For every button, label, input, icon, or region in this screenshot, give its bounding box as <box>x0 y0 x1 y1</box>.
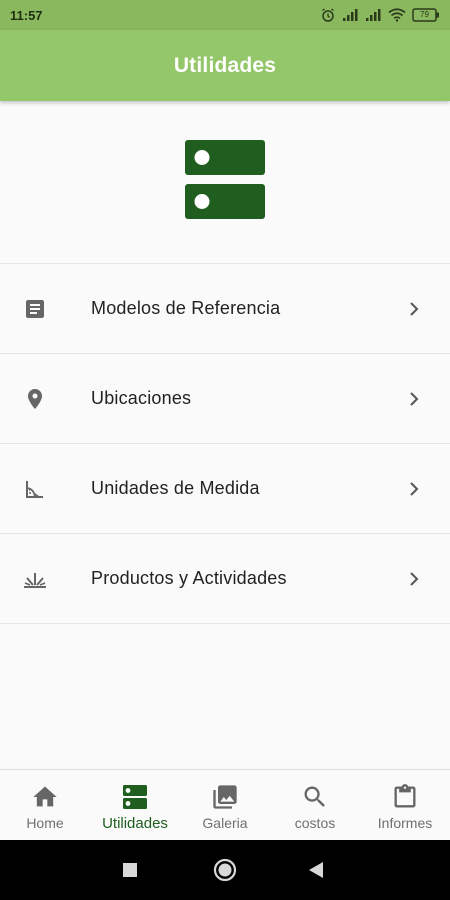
battery-level: 79 <box>420 10 429 19</box>
chevron-right-icon <box>406 389 422 409</box>
chevron-right-icon <box>406 569 422 589</box>
nav-item-label: Utilidades <box>102 815 168 832</box>
clipboard-icon <box>390 782 420 812</box>
status-bar: 11:57 79 <box>0 0 450 30</box>
back-triangle-icon[interactable] <box>308 861 324 879</box>
storage-icon <box>120 782 150 812</box>
location-pin-icon <box>22 386 48 412</box>
utilities-menu-list: Modelos de Referencia Ubicaciones Unidad… <box>0 263 450 624</box>
status-time: 11:57 <box>10 7 43 23</box>
menu-item-label: Productos y Actividades <box>91 568 287 588</box>
wifi-icon <box>388 8 406 22</box>
search-icon <box>300 782 330 812</box>
bottom-navigation: Home Utilidades Galeria costos Informes <box>0 769 450 840</box>
chevron-right-icon <box>406 479 422 499</box>
nav-item-label: Informes <box>377 815 433 831</box>
menu-item-ubicaciones[interactable]: Ubicaciones <box>0 354 450 444</box>
battery-icon: 79 <box>412 8 440 22</box>
recents-square-icon[interactable] <box>122 862 138 878</box>
menu-item-productos-y-actividades[interactable]: Productos y Actividades <box>0 534 450 624</box>
status-icons: 79 <box>320 7 440 23</box>
menu-item-unidades-de-medida[interactable]: Unidades de Medida <box>0 444 450 534</box>
home-icon <box>30 782 60 812</box>
nav-item-galeria[interactable]: Galeria <box>180 770 270 840</box>
chevron-right-icon <box>406 299 422 319</box>
home-circle-icon[interactable] <box>213 858 237 882</box>
page-title: Utilidades <box>173 53 277 77</box>
menu-item-modelos-de-referencia[interactable]: Modelos de Referencia <box>0 264 450 354</box>
nav-item-home[interactable]: Home <box>0 770 90 840</box>
hero-section <box>0 101 450 263</box>
menu-item-label: Modelos de Referencia <box>91 298 281 318</box>
document-icon <box>22 296 48 322</box>
nav-item-label: Home <box>26 815 64 831</box>
alarm-icon <box>320 7 336 23</box>
app-bar: Utilidades <box>0 30 450 101</box>
nav-item-label: Galeria <box>202 815 248 831</box>
menu-item-label: Ubicaciones <box>91 388 192 408</box>
gallery-icon <box>210 782 240 812</box>
nav-item-costos[interactable]: costos <box>270 770 360 840</box>
measure-angle-icon <box>22 476 48 502</box>
nav-item-informes[interactable]: Informes <box>360 770 450 840</box>
system-navigation-bar <box>0 840 450 900</box>
menu-item-label: Unidades de Medida <box>91 478 260 498</box>
nav-item-utilidades[interactable]: Utilidades <box>90 770 180 840</box>
signal-icon-1 <box>342 8 359 22</box>
storage-icon <box>184 139 266 226</box>
grass-icon <box>22 566 48 592</box>
nav-item-label: costos <box>294 815 336 831</box>
signal-icon-2 <box>365 8 382 22</box>
